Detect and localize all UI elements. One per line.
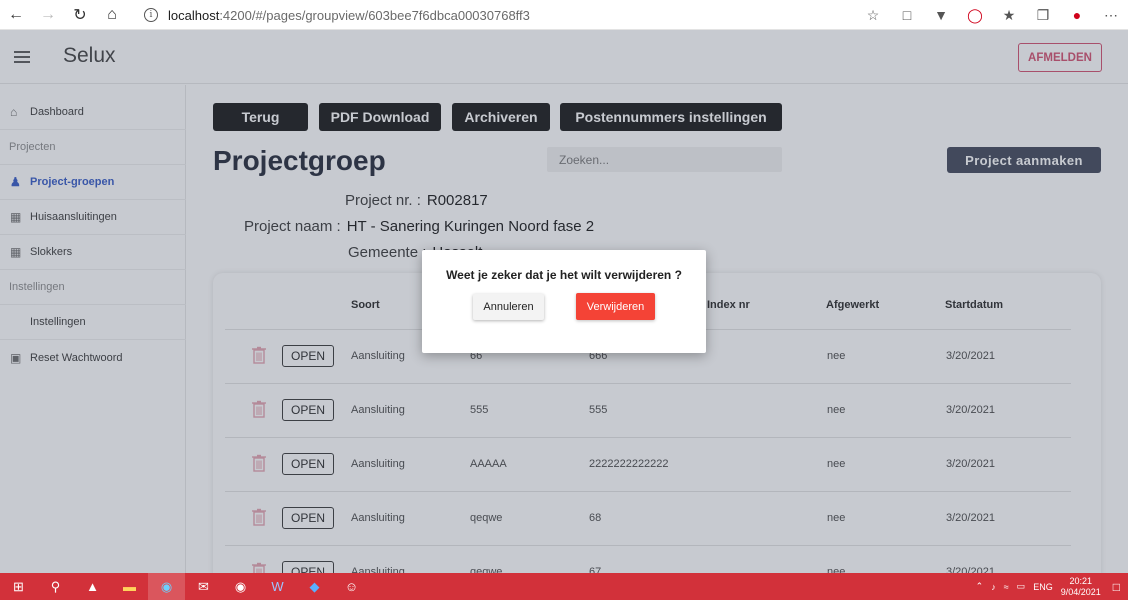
chevron-up-icon[interactable]: ⌃ [976,581,984,592]
reload-icon[interactable]: ↻ [64,0,96,30]
profile-avatar-icon[interactable]: ● [1060,0,1094,30]
acrobat-icon[interactable]: ▲ [74,573,111,600]
collections-icon[interactable]: ❐ [1026,0,1060,30]
os-taskbar: ⊞ ⚲ ▲ ▬ ◉ ✉ ◉ W ◆ ☺ ⌃ ♪ ≈ ▭ ENG 20:21 9/… [0,573,1128,600]
edge-browser-icon[interactable]: ◉ [148,573,185,600]
language-indicator[interactable]: ENG [1033,582,1053,592]
network-icon[interactable]: ▭ [1017,581,1026,592]
clock[interactable]: 20:21 9/04/2021 [1061,576,1101,598]
mail-icon[interactable]: ✉ [185,573,222,600]
favorite-add-icon[interactable]: ☆ [856,0,890,30]
url-host: localhost [168,7,220,23]
search-icon[interactable]: ⚲ [37,573,74,600]
url-path: :4200/#/pages/groupview/603bee7f6dbca000… [219,7,530,23]
forward-arrow-icon[interactable]: → [32,0,64,30]
site-info-icon[interactable]: i [144,8,158,22]
word-icon[interactable]: W [259,573,296,600]
address-bar[interactable]: i localhost:4200/#/pages/groupview/603be… [134,3,886,27]
file-explorer-icon[interactable]: ▬ [111,573,148,600]
gitkraken-icon[interactable]: ◉ [222,573,259,600]
back-arrow-icon[interactable]: ← [0,0,32,30]
vpn-icon[interactable]: ▼ [924,0,958,30]
clock-date: 9/04/2021 [1060,586,1101,597]
opera-icon[interactable]: ◯ [958,0,992,30]
browser-toolbar: ← → ↻ ⌂ i localhost:4200/#/pages/groupvi… [0,0,1128,30]
cancel-button[interactable]: Annuleren [473,294,544,320]
confirm-delete-dialog: Weet je zeker dat je het wilt verwijdere… [422,250,706,353]
notifications-icon[interactable]: □ [1113,580,1120,594]
wifi-icon[interactable]: ≈ [1004,582,1009,592]
dialog-message: Weet je zeker dat je het wilt verwijdere… [446,268,682,282]
system-tray: ⌃ ♪ ≈ ▭ ENG 20:21 9/04/2021 □ [976,573,1128,600]
discord-icon[interactable]: ☺ [333,573,370,600]
windows-start-icon[interactable]: ⊞ [0,573,37,600]
vscode-icon[interactable]: ◆ [296,573,333,600]
delete-button[interactable]: Verwijderen [576,293,655,320]
volume-icon[interactable]: ♪ [991,582,996,592]
extension-icon[interactable]: □ [890,0,924,30]
favorites-icon[interactable]: ★ [992,0,1026,30]
home-browser-icon[interactable]: ⌂ [96,0,128,30]
more-menu-icon[interactable]: ⋯ [1094,0,1128,30]
clock-time: 20:21 [1069,575,1092,586]
